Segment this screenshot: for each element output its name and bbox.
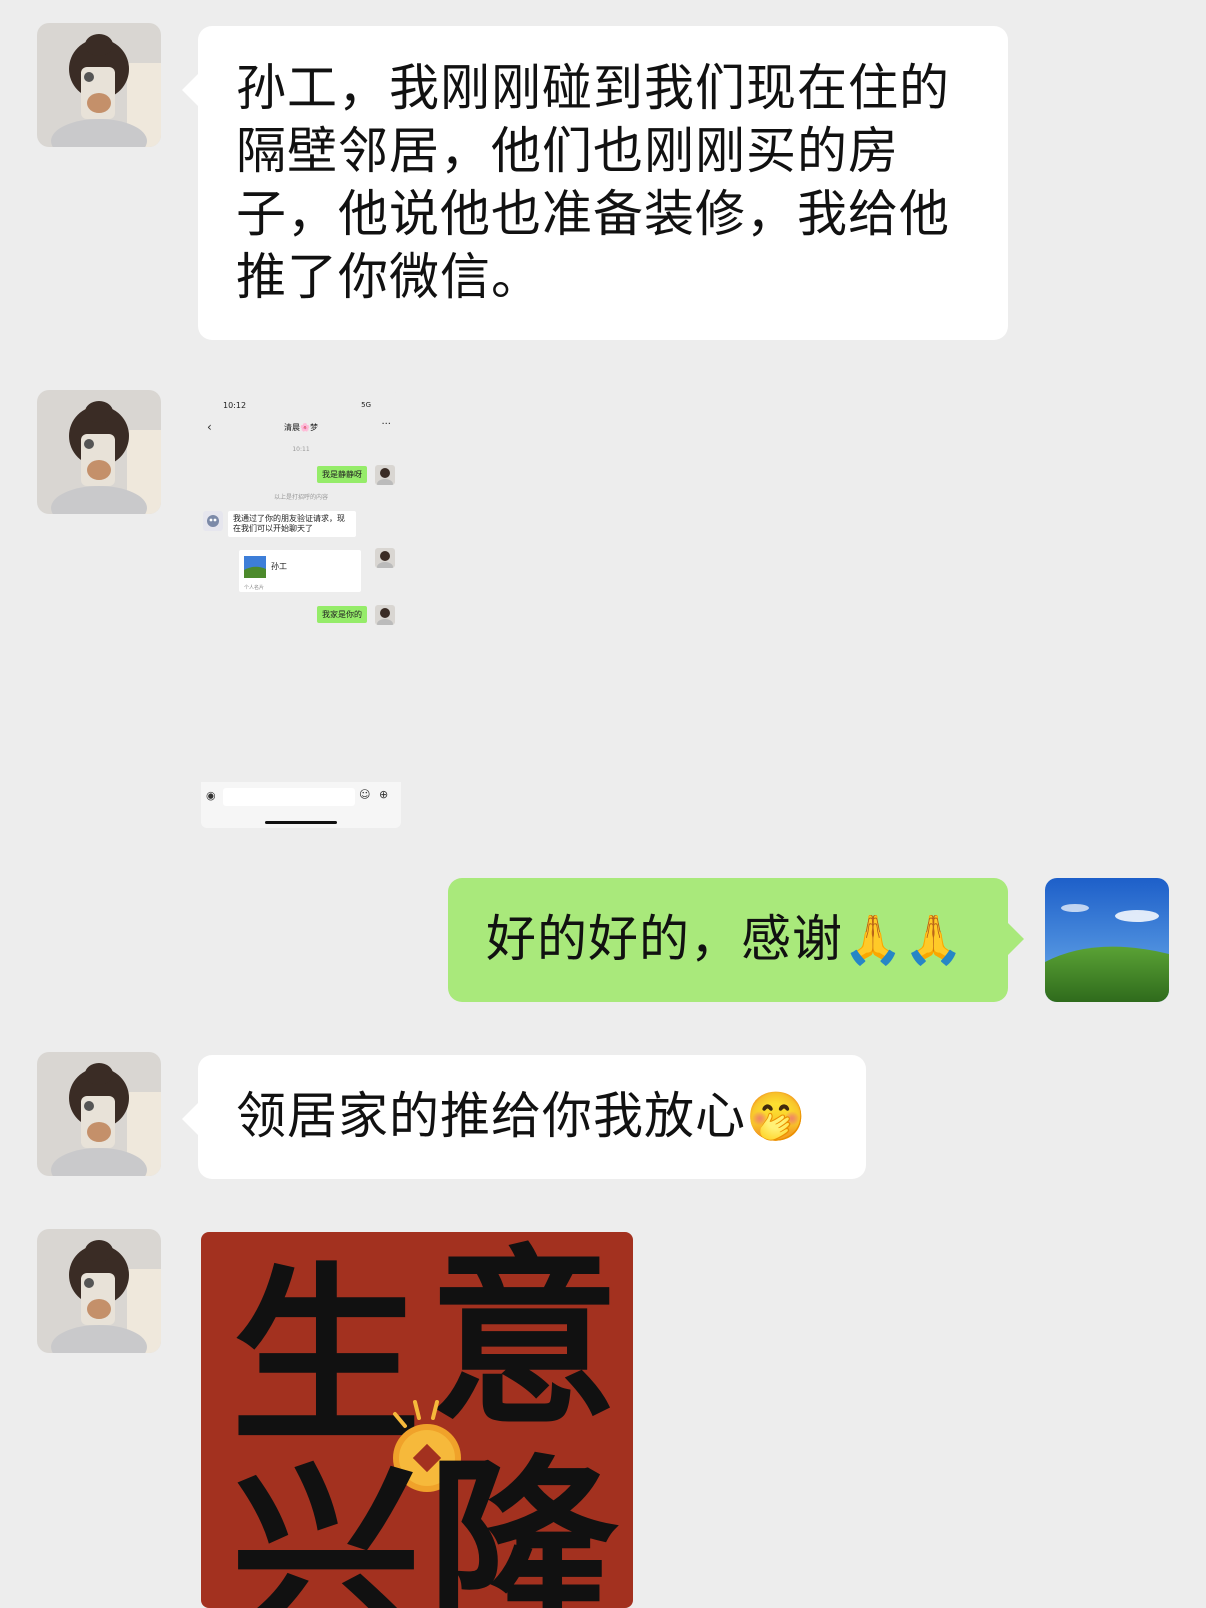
avatar-photo (37, 1229, 161, 1353)
incoming-message[interactable]: 领居家的推给你我放心🤭 (182, 1055, 866, 1179)
home-indicator (265, 821, 337, 824)
back-icon: ‹ (207, 420, 212, 434)
screenshot-incoming-msg: 我通过了你的朋友验证请求，现在我们可以开始聊天了 (228, 511, 356, 537)
message-text: 领居家的推给你我放心 (236, 1087, 746, 1145)
emoji-icon: ☺ (359, 788, 371, 801)
screenshot-system-note: 以上是打招呼的内容 (273, 494, 328, 501)
contact-avatar[interactable] (37, 1229, 161, 1353)
screenshot-chat-title: 清晨🌸梦 (284, 423, 318, 432)
screenshot-contact-card: 孙工 个人名片 (239, 550, 361, 592)
screenshot-user-avatar (375, 465, 395, 485)
voice-icon: ◉ (206, 789, 216, 802)
contact-avatar[interactable] (37, 390, 161, 514)
sticker-char: 兴 (231, 1443, 422, 1608)
contact-avatar[interactable] (37, 1052, 161, 1176)
shared-screenshot-image[interactable]: 10:12 5G ‹ 清晨🌸梦 ··· 10:11 我是静静呀 以上是打招呼的内… (201, 392, 401, 828)
screenshot-user-avatar (375, 548, 395, 568)
hand-over-mouth-emoji-icon: 🤭 (746, 1089, 807, 1145)
screenshot-outgoing-msg: 我是静静呀 (317, 466, 367, 483)
card-type: 个人名片 (244, 585, 265, 591)
blessing-sticker[interactable]: 生 意 兴 隆 (201, 1232, 633, 1608)
avatar-photo (37, 23, 161, 147)
avatar-photo (37, 1052, 161, 1176)
message-text: 孙工，我刚刚碰到我们现在住的隔壁邻居，他们也刚刚买的房子，他说他也准备装修，我给… (236, 59, 950, 306)
incoming-message[interactable]: 孙工，我刚刚碰到我们现在住的隔壁邻居，他们也刚刚买的房子，他说他也准备装修，我给… (182, 26, 1008, 340)
screenshot-time: 10:12 (223, 401, 247, 410)
screenshot-outgoing-msg: 我家是你的 (317, 606, 367, 623)
avatar-photo (37, 390, 161, 514)
outgoing-message[interactable]: 好的好的，感谢🙏🙏 (448, 878, 1024, 1002)
contact-avatar[interactable] (37, 23, 161, 147)
card-landscape-icon (244, 556, 266, 578)
more-icon: ··· (381, 419, 391, 430)
pray-emoji-icon: 🙏🙏 (843, 912, 965, 968)
screenshot-user-avatar (375, 605, 395, 625)
my-avatar[interactable] (1045, 878, 1169, 1002)
screenshot-header (201, 392, 401, 444)
message-text: 好的好的，感谢 (486, 910, 843, 968)
card-name: 孙工 (271, 562, 287, 571)
sticker-char: 隆 (427, 1437, 618, 1608)
plus-icon: ⊕ (379, 788, 389, 801)
landscape-icon (1045, 878, 1169, 1002)
screenshot-input-box (223, 788, 355, 806)
screenshot-contact-avatar (203, 511, 223, 531)
screenshot-signal: 5G (361, 401, 371, 409)
screenshot-timestamp: 10:11 (292, 446, 310, 453)
